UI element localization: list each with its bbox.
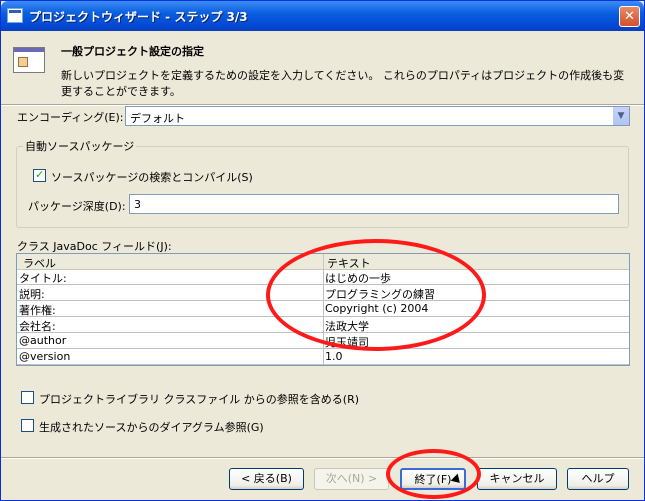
help-button[interactable]: ヘルプ [567, 468, 629, 490]
source-package-checkbox-label[interactable]: ソースパッケージの検索とコンパイル(S) [51, 169, 253, 185]
back-button[interactable]: < 戻る(B) [229, 468, 304, 490]
package-depth-label: パッケージ深度(D): [28, 200, 126, 213]
javadoc-label: クラス JavaDoc フィールド(J): [17, 240, 172, 253]
row-label: @author [19, 334, 67, 347]
library-refs-checkbox[interactable] [21, 391, 34, 404]
encoding-combo[interactable]: デフォルト ▼ [125, 106, 630, 126]
auto-source-group-title: 自動ソースパッケージ [23, 138, 137, 154]
encoding-label: エンコーディング(E): [17, 111, 124, 124]
diagram-refs-checkbox[interactable] [21, 419, 34, 432]
next-button[interactable]: 次へ(N) > [314, 468, 389, 490]
wizard-header: 一般プロジェクト設定の指定 新しいプロジェクトを定義するための設定を入力してくだ… [1, 31, 644, 104]
page-title: 一般プロジェクト設定の指定 [61, 45, 204, 58]
window-icon [7, 8, 23, 23]
annotation-ellipse-finish [386, 449, 481, 499]
check-icon: ✓ [35, 168, 45, 181]
package-depth-value: 3 [134, 198, 141, 211]
row-label: 説明: [19, 288, 45, 301]
cancel-button[interactable]: キャンセル [477, 468, 557, 490]
diagram-refs-checkbox-label[interactable]: 生成されたソースからのダイアグラム参照(G) [39, 419, 264, 435]
source-package-checkbox[interactable]: ✓ [33, 168, 46, 182]
annotation-ellipse-table [266, 239, 486, 351]
title-bar[interactable]: プロジェクトウィザード - ステップ 3/3 ✕ [1, 1, 644, 31]
row-label: 会社名: [19, 320, 56, 333]
window-title: プロジェクトウィザード - ステップ 3/3 [29, 10, 248, 24]
wizard-page-icon [13, 47, 45, 73]
row-label: タイトル: [19, 272, 67, 285]
chevron-down-icon[interactable]: ▼ [612, 107, 629, 125]
row-text[interactable]: 1.0 [325, 350, 343, 363]
column-header-label[interactable]: ラベル [23, 255, 56, 270]
row-label: @version [19, 350, 71, 363]
library-refs-checkbox-label[interactable]: プロジェクトライブラリ クラスファイル からの参照を含める(R) [39, 391, 359, 407]
close-button[interactable]: ✕ [619, 6, 640, 27]
package-depth-field[interactable]: 3 [129, 194, 619, 214]
auto-source-group [16, 146, 629, 228]
page-description: 新しいプロジェクトを定義するための設定を入力してください。 これらのプロパティは… [61, 69, 625, 98]
wizard-window: プロジェクトウィザード - ステップ 3/3 ✕ 一般プロジェクト設定の指定 新… [0, 0, 645, 501]
footer-separator [1, 457, 644, 459]
row-label: 著作権: [19, 304, 56, 317]
encoding-value: デフォルト [130, 112, 185, 125]
